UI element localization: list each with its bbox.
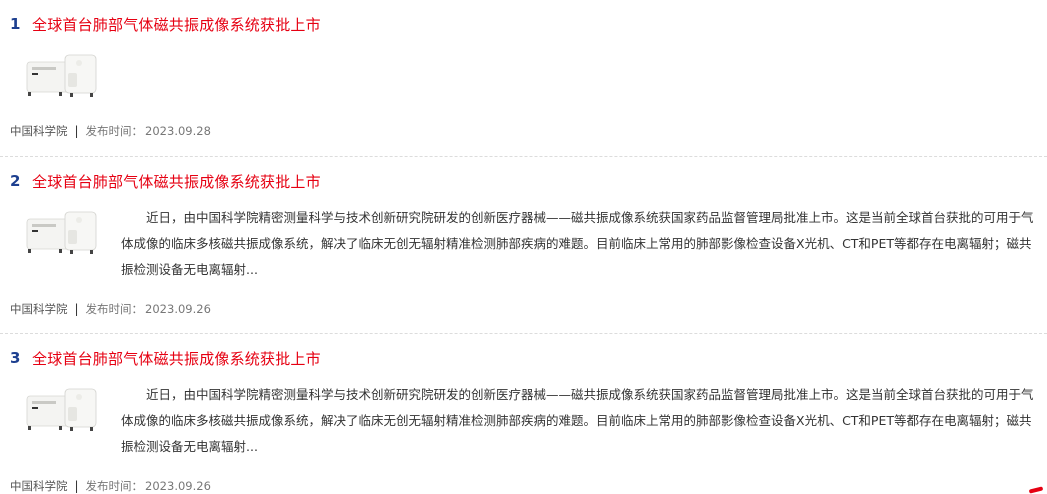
news-meta: 中国科学院 | 发布时间： 2023.09.26 [10,301,211,317]
news-summary: 近日，由中国科学院精密测量科学与技术创新研究院研发的创新医疗器械——磁共振成像系… [121,387,1034,454]
news-meta: 中国科学院 | 发布时间： 2023.09.26 [10,478,211,494]
publish-date-label: 发布时间： [85,124,144,138]
publish-date: 2023.09.28 [145,124,211,138]
news-title-link[interactable]: 全球首台肺部气体磁共振成像系统获批上市 [32,348,321,369]
news-number: 1 [10,15,21,33]
news-number: 2 [10,172,21,190]
news-source: 中国科学院 [10,479,68,493]
news-thumbnail[interactable] [24,49,100,105]
news-thumbnail[interactable] [24,206,100,262]
news-title-row: 2 全球首台肺部气体磁共振成像系统获批上市 [10,170,321,192]
meta-divider: | [74,302,79,316]
news-thumbnail[interactable] [24,383,100,439]
mri-device-image [24,383,100,439]
corner-mark-icon [1028,486,1044,494]
news-item: 3 全球首台肺部气体磁共振成像系统获批上市 近日，由中国科学院精密测量科学与技术… [0,334,1047,494]
news-title-row: 3 全球首台肺部气体磁共振成像系统获批上市 [10,347,321,369]
news-number: 3 [10,349,21,367]
news-source: 中国科学院 [10,302,68,316]
news-summary: 近日，由中国科学院精密测量科学与技术创新研究院研发的创新医疗器械——磁共振成像系… [121,210,1034,277]
news-item: 1 全球首台肺部气体磁共振成像系统获批上市 中国科学院 | 发布时间： 2023… [0,0,1047,157]
mri-device-image [24,49,100,105]
publish-date: 2023.09.26 [145,302,211,316]
news-item: 2 全球首台肺部气体磁共振成像系统获批上市 近日，由中国科学院精密测量科学与技术… [0,157,1047,334]
meta-divider: | [74,124,79,138]
news-list: 1 全球首台肺部气体磁共振成像系统获批上市 中国科学院 | 发布时间： 2023… [0,0,1047,494]
publish-date-label: 发布时间： [85,479,144,493]
news-meta: 中国科学院 | 发布时间： 2023.09.28 [10,123,211,139]
news-source: 中国科学院 [10,124,68,138]
news-title-link[interactable]: 全球首台肺部气体磁共振成像系统获批上市 [32,171,321,192]
news-title-link[interactable]: 全球首台肺部气体磁共振成像系统获批上市 [32,14,321,35]
publish-date: 2023.09.26 [145,479,211,493]
news-title-row: 1 全球首台肺部气体磁共振成像系统获批上市 [10,13,321,35]
mri-device-image [24,206,100,262]
meta-divider: | [74,479,79,493]
publish-date-label: 发布时间： [85,302,144,316]
